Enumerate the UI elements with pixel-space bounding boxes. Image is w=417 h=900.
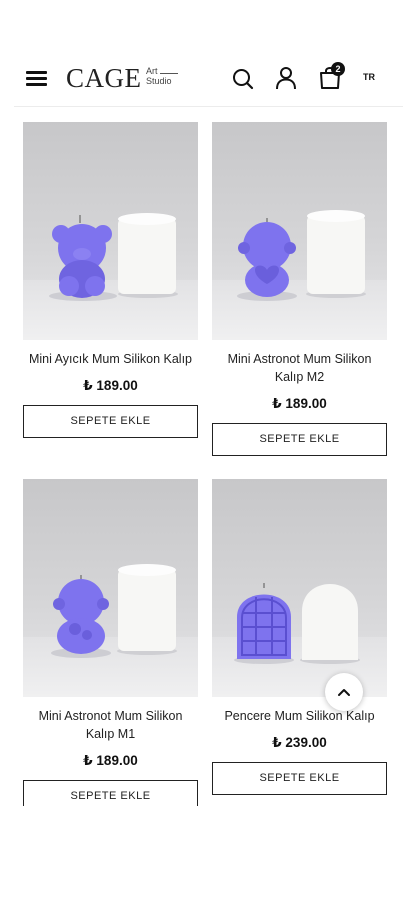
product-title[interactable]: Mini Astronot Mum Silikon Kalıp M1 (23, 707, 198, 743)
product-image[interactable] (212, 479, 387, 697)
logo-text: CAGE (66, 63, 142, 93)
search-icon[interactable] (232, 68, 254, 90)
cart-icon[interactable]: 2 (318, 62, 345, 90)
product-image[interactable] (212, 122, 387, 340)
logo-sub-top: Art (146, 66, 158, 76)
add-to-cart-button[interactable]: SEPETE EKLE (23, 405, 198, 438)
product-image[interactable] (23, 122, 198, 340)
cart-count-badge: 2 (331, 62, 345, 76)
language-selector[interactable]: TR (363, 72, 375, 82)
product-price: ₺ 189.00 (83, 753, 138, 768)
add-to-cart-button[interactable]: SEPETE EKLE (212, 423, 387, 456)
menu-icon[interactable] (26, 68, 48, 88)
user-icon[interactable] (275, 66, 297, 90)
product-title[interactable]: Mini Astronot Mum Silikon Kalıp M2 (212, 350, 387, 386)
add-to-cart-button[interactable]: SEPETE EKLE (212, 762, 387, 795)
chevron-up-icon (338, 689, 350, 696)
header-divider (14, 106, 403, 107)
product-price: ₺ 189.00 (83, 378, 138, 393)
product-title[interactable]: Pencere Mum Silikon Kalıp (212, 707, 387, 725)
product-price: ₺ 239.00 (272, 735, 327, 750)
page-bottom-area (0, 806, 417, 900)
product-title[interactable]: Mini Ayıcık Mum Silikon Kalıp (23, 350, 198, 368)
logo-sub-bottom: Studio (146, 76, 172, 86)
scroll-to-top-button[interactable] (325, 673, 363, 711)
site-header: CAGE Art Studio 2 TR (0, 0, 417, 107)
logo-rule (160, 73, 178, 74)
product-price: ₺ 189.00 (272, 396, 327, 411)
product-image[interactable] (23, 479, 198, 697)
logo[interactable]: CAGE Art Studio (66, 62, 186, 94)
